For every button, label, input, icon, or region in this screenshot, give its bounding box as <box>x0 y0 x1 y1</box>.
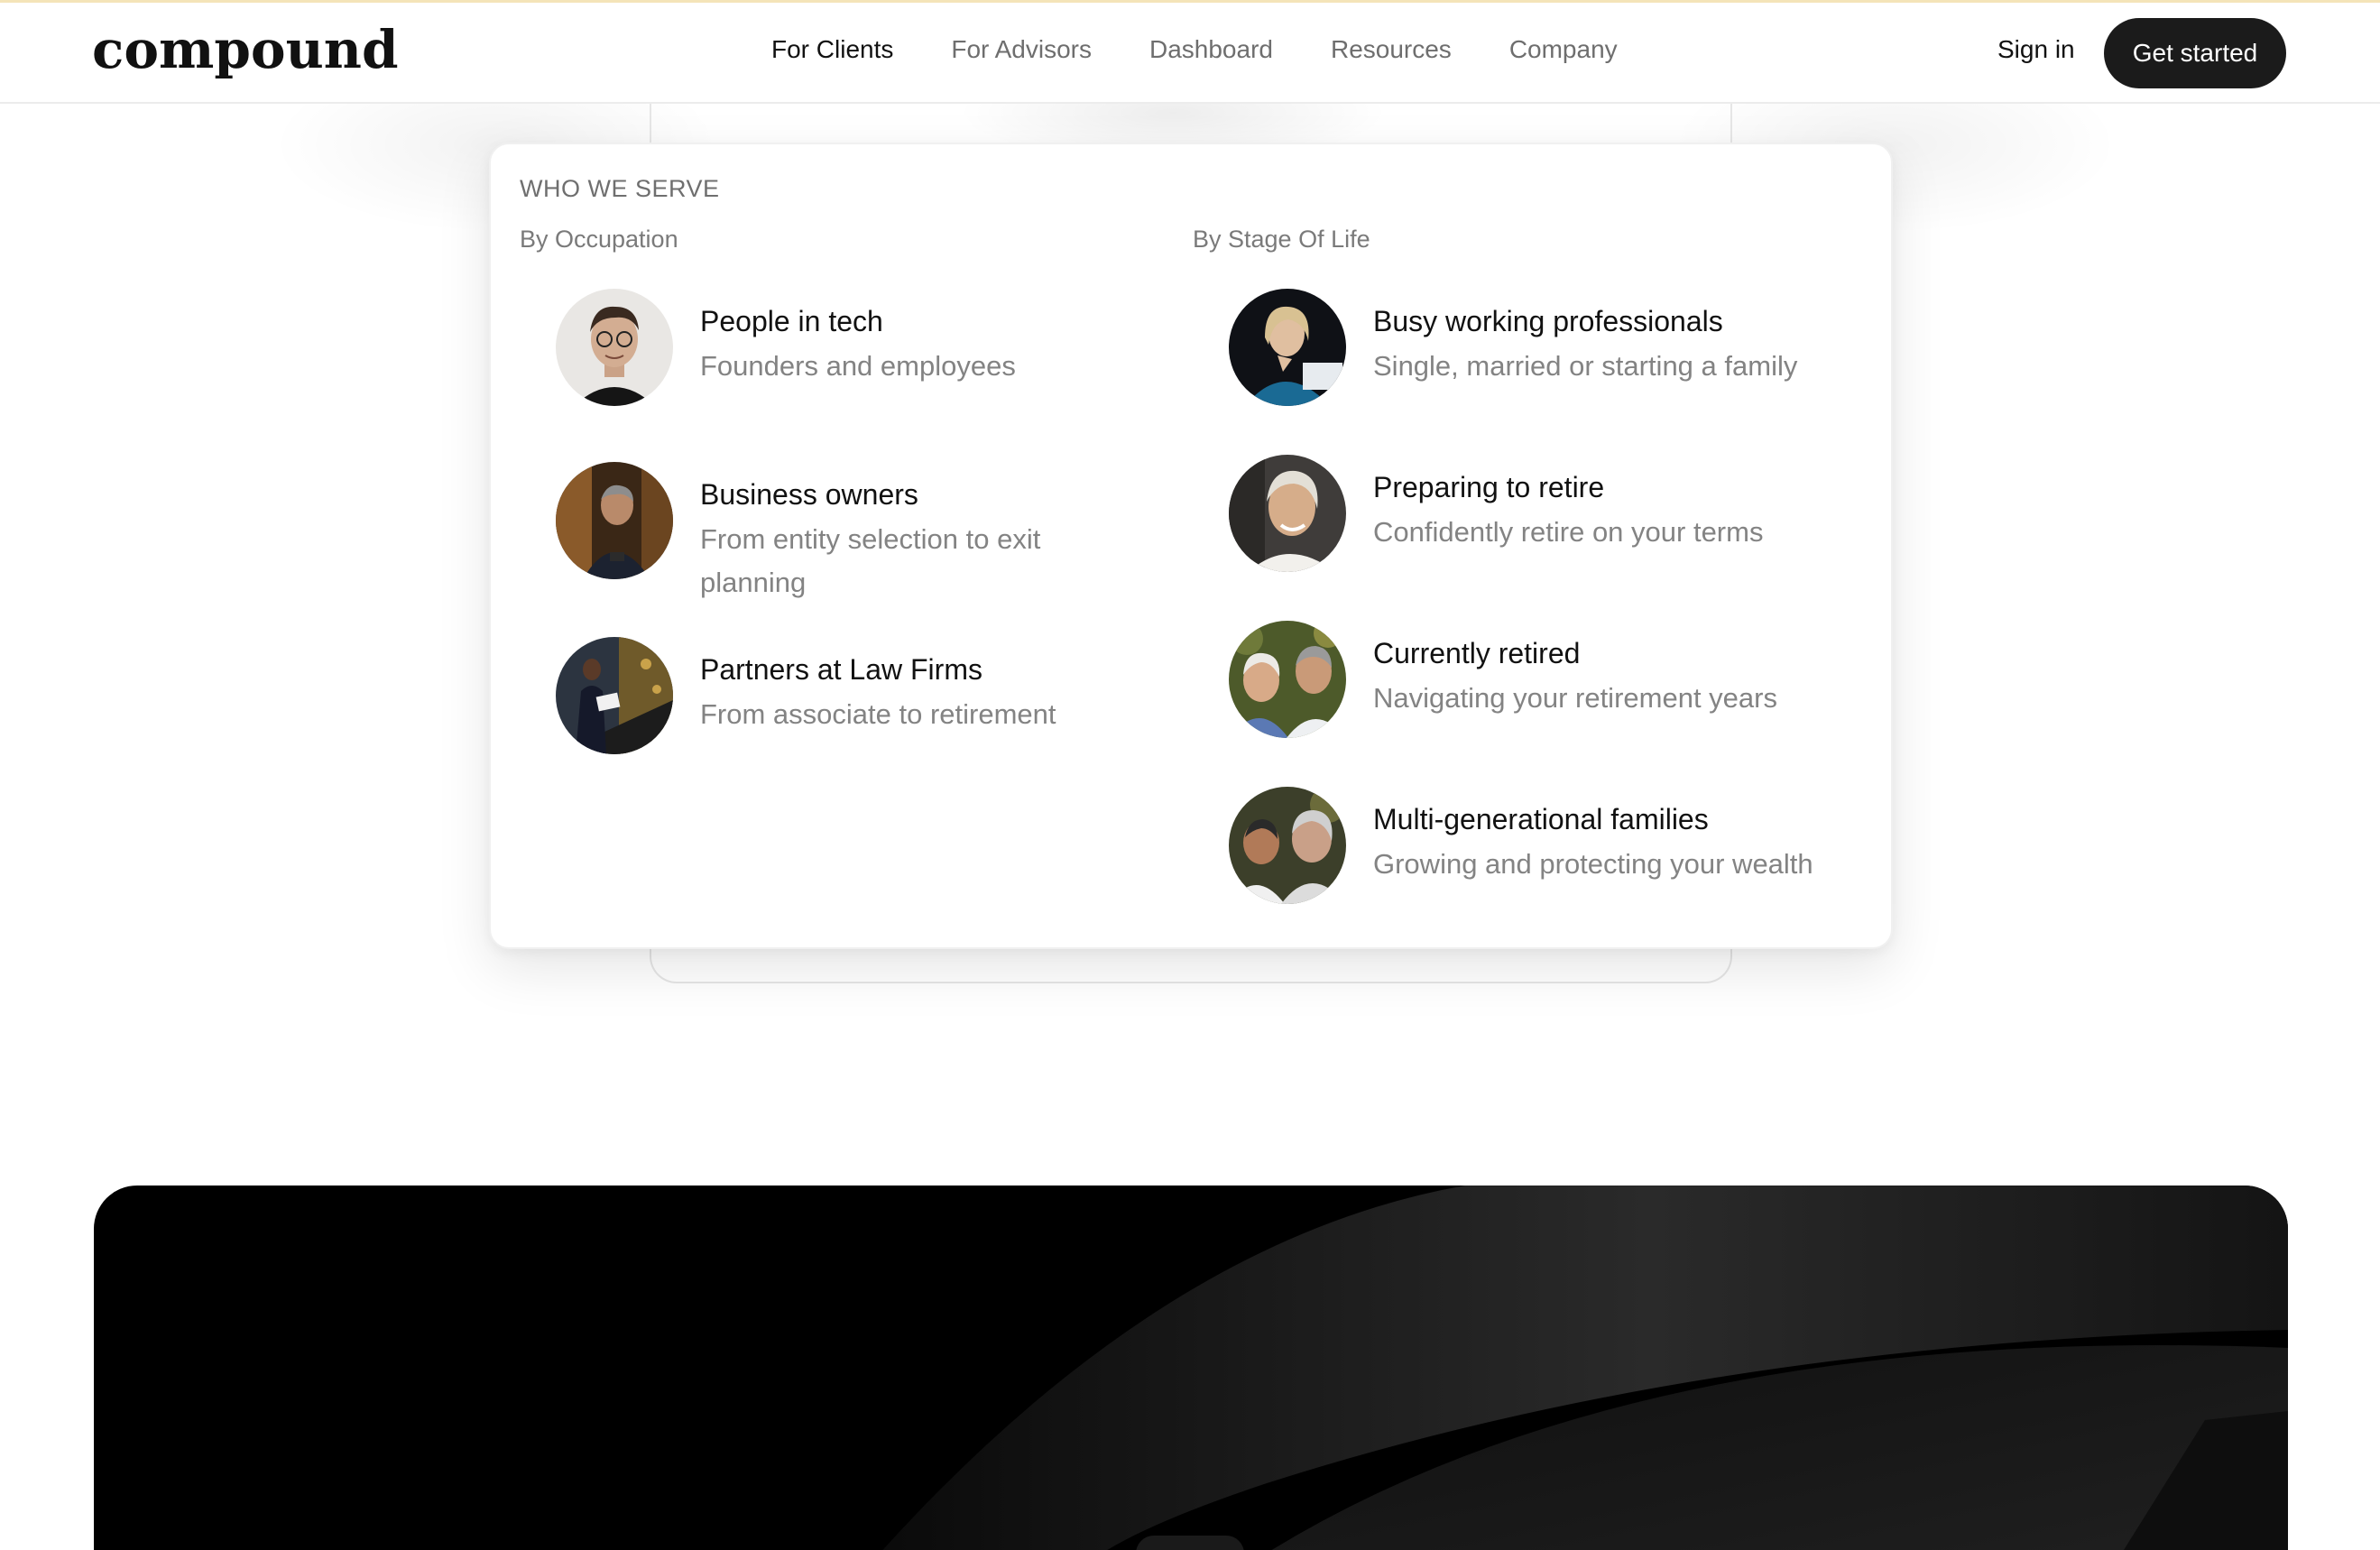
hero-background-shape <box>882 1186 2288 1550</box>
menu-item-currently-retired[interactable]: Currently retired Navigating your retire… <box>1229 621 1777 738</box>
menu-item-title: Preparing to retire <box>1373 471 1605 503</box>
avatar <box>1229 455 1346 572</box>
column-title-occupation: By Occupation <box>520 226 678 253</box>
hero-section <box>94 1186 2288 1550</box>
get-started-button[interactable]: Get started <box>2104 18 2286 88</box>
menu-item-description: Navigating your retirement years <box>1373 682 1777 714</box>
avatar <box>1229 621 1346 738</box>
who-we-serve-dropdown: WHO WE SERVE By Occupation By Stage Of L… <box>489 143 1893 949</box>
menu-item-title: Busy working professionals <box>1373 305 1723 337</box>
avatar <box>1229 787 1346 904</box>
menu-item-title: Multi-generational families <box>1373 803 1709 835</box>
page: compound For Clients For Advisors Dashbo… <box>0 0 2380 1550</box>
menu-item-description: Growing and protecting your wealth <box>1373 848 1813 880</box>
column-title-stage: By Stage Of Life <box>1193 226 1370 253</box>
nav-resources[interactable]: Resources <box>1331 35 1452 64</box>
menu-item-busy-working-professionals[interactable]: Busy working professionals Single, marri… <box>1229 289 1797 406</box>
menu-item-partners-law-firms[interactable]: Partners at Law Firms From associate to … <box>556 637 1056 754</box>
sign-in-link[interactable]: Sign in <box>1997 35 2075 64</box>
avatar <box>1229 289 1346 406</box>
nav-for-clients[interactable]: For Clients <box>771 35 893 64</box>
menu-item-description: From entity selection to exit planning <box>700 523 1041 598</box>
menu-item-description: Founders and employees <box>700 350 1016 382</box>
nav-company[interactable]: Company <box>1509 35 1618 64</box>
menu-item-multi-generational-families[interactable]: Multi-generational families Growing and … <box>1229 787 1813 904</box>
menu-item-business-owners[interactable]: Business owners From entity selection to… <box>556 462 1079 604</box>
avatar <box>556 289 673 406</box>
menu-item-people-in-tech[interactable]: People in tech Founders and employees <box>556 289 1016 406</box>
menu-item-title: Currently retired <box>1373 637 1581 669</box>
avatar <box>556 637 673 754</box>
menu-item-description: From associate to retirement <box>700 698 1056 730</box>
avatar <box>556 462 673 579</box>
menu-item-title: Business owners <box>700 478 918 511</box>
menu-item-title: Partners at Law Firms <box>700 653 982 686</box>
menu-item-title: People in tech <box>700 305 883 337</box>
site-header: compound For Clients For Advisors Dashbo… <box>0 3 2380 104</box>
menu-item-description: Confidently retire on your terms <box>1373 516 1764 548</box>
menu-item-preparing-to-retire[interactable]: Preparing to retire Confidently retire o… <box>1229 455 1763 572</box>
menu-item-description: Single, married or starting a family <box>1373 350 1798 382</box>
nav-for-advisors[interactable]: For Advisors <box>951 35 1092 64</box>
nav-dashboard[interactable]: Dashboard <box>1149 35 1273 64</box>
logo[interactable]: compound <box>92 19 399 80</box>
dropdown-heading: WHO WE SERVE <box>520 175 720 202</box>
hero-pill <box>1136 1536 1244 1550</box>
main-nav: For Clients For Advisors Dashboard Resou… <box>771 35 1675 64</box>
